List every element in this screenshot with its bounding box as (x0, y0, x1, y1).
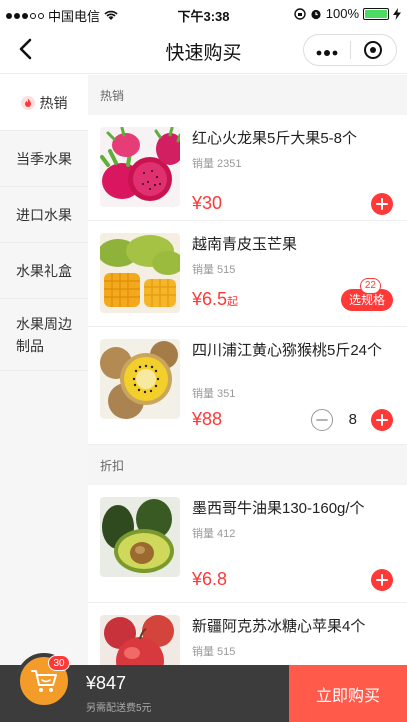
plus-icon (376, 414, 388, 426)
sidebar-item-label: 进口水果 (16, 206, 72, 223)
product-price: ¥6.8 (192, 569, 228, 589)
product-image-dragon-fruit (100, 127, 180, 207)
product-item[interactable]: 墨西哥牛油果130-160g/个 销量 412 ¥6.8 (88, 485, 407, 603)
cart-bar: 30 ¥847 另需配送费5元 立即购买 (0, 653, 407, 722)
section-header-hot: 热销 (88, 75, 407, 115)
delivery-fee-note: 另需配送费5元 (86, 703, 152, 714)
product-item[interactable]: 越南青皮玉芒果 销量 515 ¥6.5起 选规格 22 (88, 221, 407, 327)
sidebar-item-products[interactable]: 水果周边 制品 (0, 299, 88, 371)
product-item[interactable]: 红心火龙果5斤大果5-8个 销量 2351 ¥30 (88, 115, 407, 221)
product-sales: 销量 351 (192, 388, 236, 400)
category-sidebar: 热销 当季水果 进口水果 水果礼盒 水果周边 制品 (0, 75, 88, 665)
product-sales: 销量 2351 (192, 158, 242, 170)
product-item[interactable]: 四川浦江黄心猕猴桃5斤24个 销量 351 ¥88 8 (88, 327, 407, 445)
status-bar: 中国电信 下午3:38 100% (0, 0, 407, 26)
sidebar-item-label: 热销 (39, 94, 68, 111)
shopping-cart-icon (31, 670, 57, 692)
close-miniprogram-button[interactable] (350, 41, 396, 59)
select-spec-label: 选规格 (348, 293, 385, 307)
sidebar-item-label: 水果礼盒 (16, 262, 72, 279)
product-sales: 销量 412 (192, 528, 236, 540)
product-name: 四川浦江黄心猕猴桃5斤24个 (192, 342, 383, 359)
product-list: 热销 红心火龙果5斤大果5-8个 销量 2351 ¥30 越南青皮玉芒果 销量 … (88, 75, 407, 665)
increase-quantity-button[interactable] (371, 409, 393, 431)
sidebar-item-imported[interactable]: 进口水果 (0, 187, 88, 243)
charging-icon (393, 7, 401, 20)
battery-percent: 100% (325, 6, 359, 21)
battery-fill (365, 9, 387, 18)
alarm-icon (311, 9, 321, 19)
product-image-kiwi (100, 339, 180, 419)
product-item[interactable]: 新疆阿克苏冰糖心苹果4个 销量 515 (88, 603, 407, 665)
sidebar-item-label: 当季水果 (16, 150, 72, 167)
nav-bar: 快速购买 (0, 26, 407, 74)
product-image-avocado (100, 497, 180, 577)
price-suffix: 起 (227, 296, 239, 308)
cart-count-badge: 30 (48, 655, 70, 671)
battery-icon (363, 7, 389, 20)
sidebar-item-label: 水果周边 (16, 315, 72, 332)
spec-count-badge: 22 (359, 278, 381, 294)
decrease-quantity-button[interactable] (311, 409, 333, 431)
product-image-mango (100, 233, 180, 313)
flame-icon (20, 95, 35, 110)
cart-total: ¥847 (86, 673, 127, 693)
sidebar-item-hot[interactable]: 热销 (0, 75, 88, 131)
target-icon (364, 41, 383, 59)
plus-icon (376, 574, 388, 586)
add-to-cart-button[interactable] (371, 569, 393, 591)
add-to-cart-button[interactable] (371, 193, 393, 215)
product-name: 红心火龙果5斤大果5-8个 (192, 130, 358, 147)
orientation-lock-icon (294, 7, 306, 20)
product-price-value: ¥6.5 (192, 289, 228, 309)
product-sales: 销量 515 (192, 646, 236, 658)
product-name: 越南青皮玉芒果 (192, 236, 298, 253)
buy-now-button[interactable]: 立即购买 (289, 665, 407, 722)
plus-icon (376, 198, 388, 210)
sidebar-item-gift-box[interactable]: 水果礼盒 (0, 243, 88, 299)
product-name: 墨西哥牛油果130-160g/个 (192, 500, 365, 517)
miniprogram-capsule (303, 34, 397, 66)
quantity-value: 8 (348, 411, 357, 428)
more-button[interactable] (304, 43, 350, 57)
product-image-apple (100, 615, 180, 665)
section-header-discount: 折扣 (88, 445, 407, 485)
sidebar-item-seasonal[interactable]: 当季水果 (0, 131, 88, 187)
select-spec-button[interactable]: 选规格 22 (340, 278, 393, 311)
product-price: ¥30 (192, 193, 223, 213)
product-name: 新疆阿克苏冰糖心苹果4个 (192, 618, 366, 635)
sidebar-item-label-line2: 制品 (16, 337, 44, 354)
more-dots-icon (316, 50, 338, 56)
product-price: ¥6.5起 (192, 289, 238, 310)
product-sales: 销量 515 (192, 264, 236, 276)
minus-icon (316, 419, 328, 421)
status-right: 100% (294, 6, 401, 21)
product-price: ¥88 (192, 409, 223, 429)
